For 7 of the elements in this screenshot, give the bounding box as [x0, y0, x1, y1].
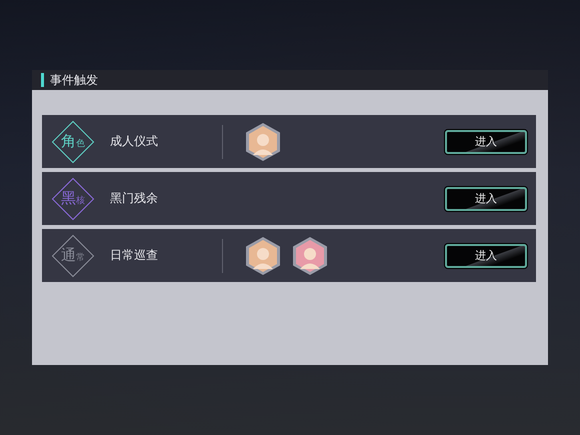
event-name: 黑门残余 — [110, 190, 159, 207]
dialog-title: 事件触发 — [50, 72, 98, 88]
event-name: 日常巡查 — [110, 247, 159, 264]
enter-button[interactable]: 进入 — [445, 130, 527, 154]
event-name: 成人仪式 — [110, 133, 159, 150]
enter-button[interactable]: 进入 — [445, 244, 527, 268]
enter-button[interactable]: 进入 — [445, 186, 527, 210]
